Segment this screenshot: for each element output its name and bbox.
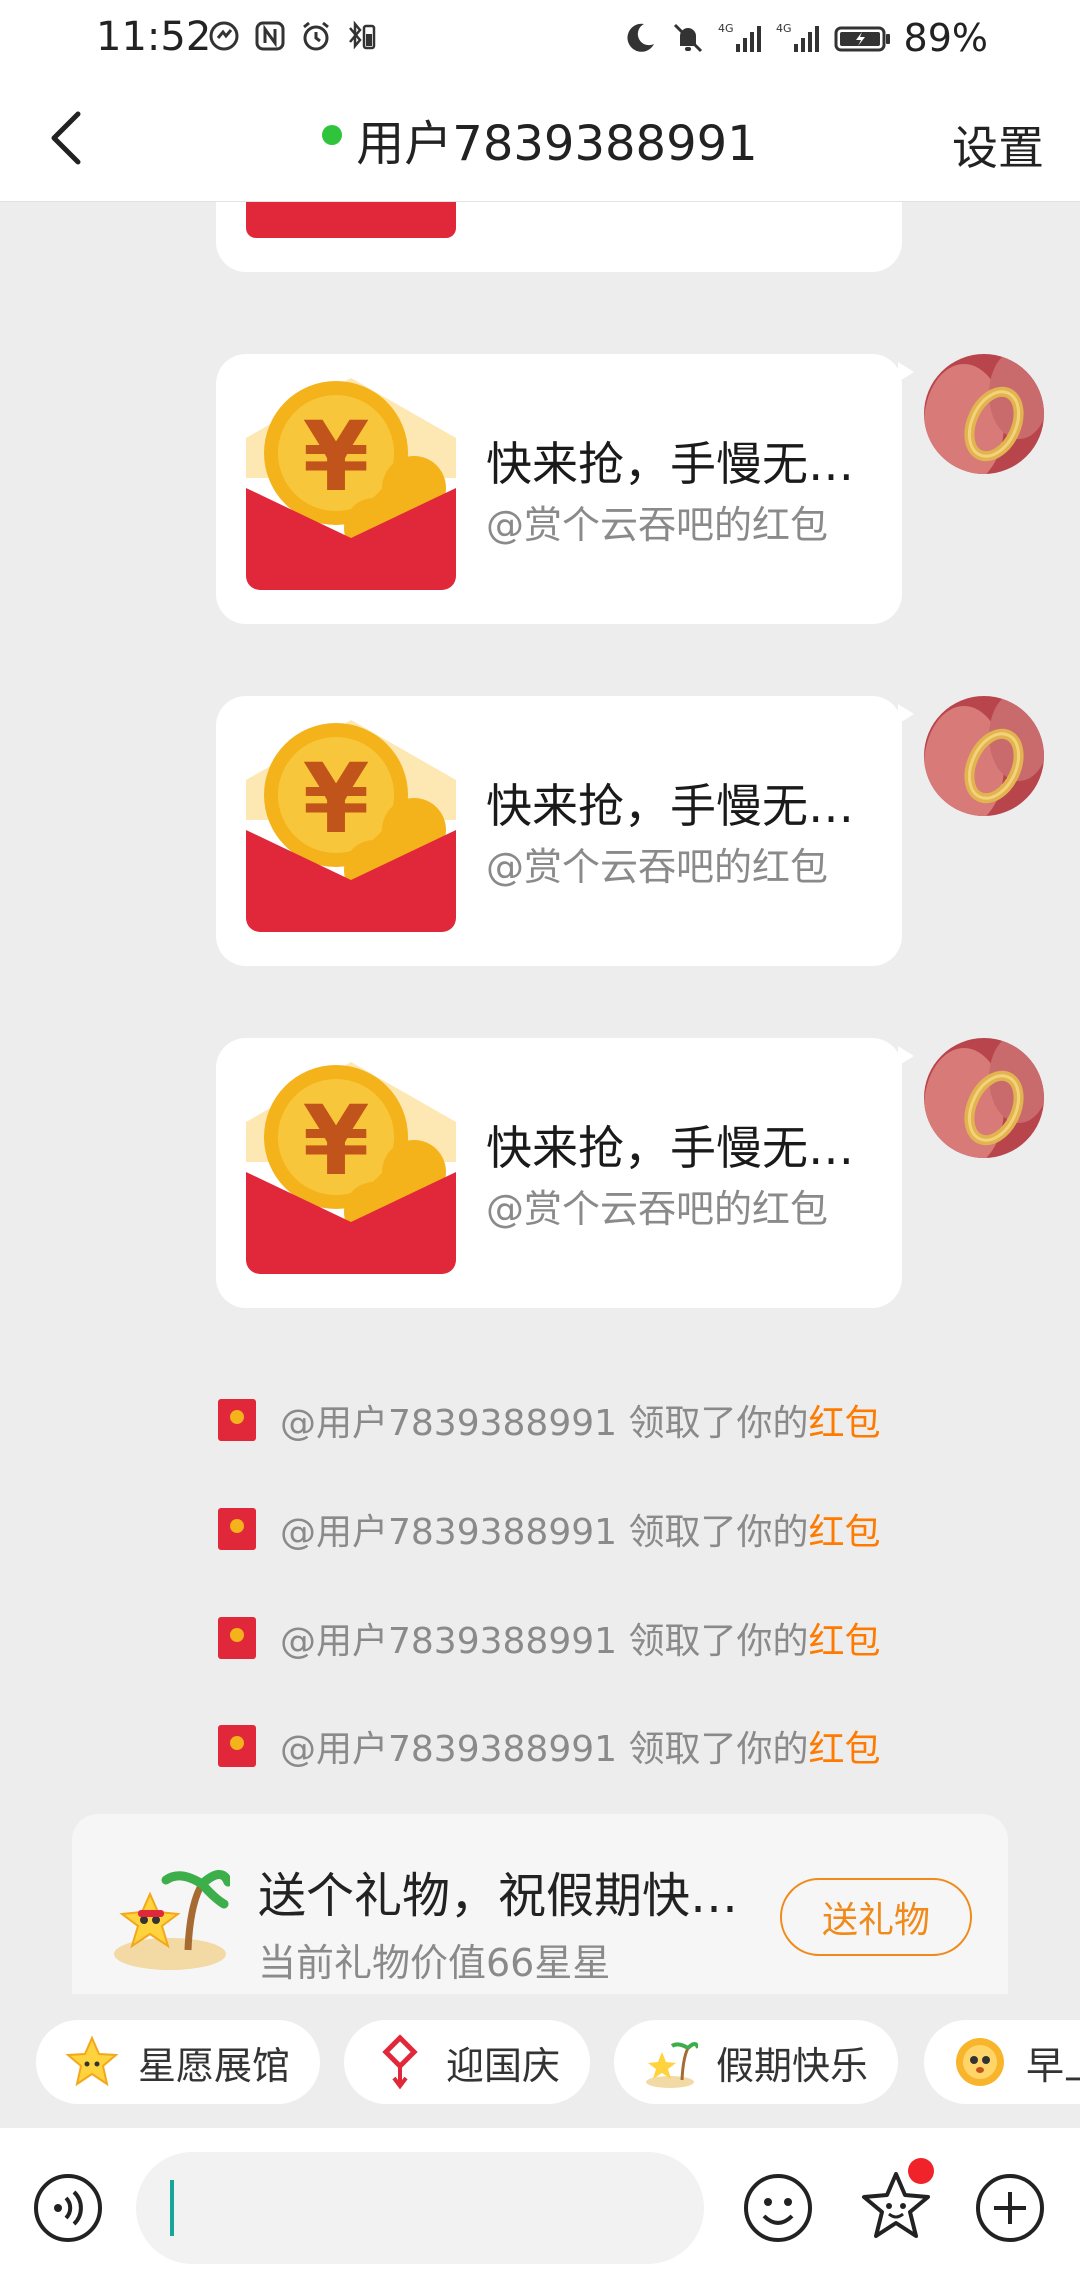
notification-dot	[908, 2158, 934, 2184]
chip-label: 假期快乐	[716, 2043, 869, 2088]
chip-label: 早上	[1026, 2043, 1080, 2088]
notice-text: @用户7839388991 领取了你的	[280, 1512, 809, 1553]
chat-title-wrap: 用户7839388991	[0, 104, 1080, 174]
bubble-tail	[898, 362, 914, 382]
message-input-bar	[0, 2128, 1080, 2280]
emoji-icon[interactable]	[742, 2172, 814, 2244]
svg-text:4G: 4G	[776, 22, 792, 35]
ring-photo-icon	[924, 354, 1044, 474]
svg-text:¥: ¥	[303, 1085, 370, 1197]
red-packet-claimed-notice: @用户7839388991 领取了你的 红包	[218, 1724, 881, 1770]
message-input[interactable]	[136, 2152, 704, 2264]
plus-icon[interactable]	[974, 2172, 1046, 2244]
battery-percent: 89%	[903, 16, 988, 60]
settings-button[interactable]: 设置	[952, 112, 1044, 178]
chat-title: 用户7839388991	[356, 116, 758, 172]
nfc-icon	[255, 21, 285, 51]
red-envelope-icon: ¥	[246, 720, 456, 932]
alarm-icon	[303, 21, 329, 51]
chinese-knot-icon	[382, 2034, 418, 2090]
red-packet-sender: @赏个云吞吧的红包	[486, 503, 829, 547]
svg-text:4G: 4G	[718, 22, 734, 35]
text-cursor	[170, 2180, 174, 2236]
red-packet-claimed-notice: @用户7839388991 领取了你的 红包	[218, 1507, 881, 1553]
gift-value: 当前礼物价值66星星	[258, 1941, 611, 1985]
svg-text:¥: ¥	[303, 743, 370, 855]
status-bar: 11:52 4G 4G 89%	[0, 0, 1080, 76]
red-envelope-icon: ¥	[246, 378, 456, 590]
notice-text: @用户7839388991 领取了你的	[280, 1403, 809, 1444]
status-time: 11:52	[96, 14, 212, 60]
red-envelope-icon: ¥	[246, 1062, 456, 1274]
red-packet-message[interactable]: ¥ 快来抢，手慢无… @赏个云吞吧的红包	[216, 1038, 914, 1308]
red-packet-message[interactable]: ¥ 快来抢，手慢无… @赏个云吞吧的红包	[216, 696, 914, 966]
chip-happy-holiday[interactable]: 假期快乐	[614, 2020, 899, 2104]
red-packet-title: 快来抢，手慢无…	[486, 1121, 854, 1175]
red-packet-link[interactable]: 红包	[809, 1612, 881, 1664]
signal-4g-icon: 4G	[718, 22, 761, 52]
gift-title: 送个礼物，祝假期快…	[258, 1868, 739, 1924]
chip-good-morning[interactable]: 早上	[924, 2020, 1080, 2104]
red-packet-sender: @赏个云吞吧的红包	[486, 1187, 829, 1231]
ring-photo-icon	[924, 696, 1044, 816]
beach-star-icon	[114, 1870, 230, 1970]
red-packet-link[interactable]: 红包	[809, 1394, 881, 1446]
battery-charging-icon	[834, 26, 890, 52]
send-gift-button[interactable]: 送礼物	[780, 1878, 972, 1956]
mini-red-envelope-icon	[218, 1508, 256, 1550]
moon-icon	[626, 23, 654, 52]
red-packet-claimed-notice: @用户7839388991 领取了你的 红包	[218, 1616, 881, 1662]
svg-text:¥: ¥	[303, 401, 370, 513]
ring-photo-icon	[924, 1038, 1044, 1158]
chat-area[interactable]: ¥ 快来抢，手慢无… @赏个云吞吧的红包 ¥ 快来抢，手慢无… @赏个云吞吧的红…	[0, 202, 1080, 2002]
bubble-tail	[898, 1046, 914, 1066]
user-avatar[interactable]	[924, 696, 1044, 816]
red-packet-link[interactable]: 红包	[809, 1720, 881, 1772]
bubble-tail	[898, 704, 914, 724]
chip-star-wish-hall[interactable]: 星愿展馆	[36, 2020, 321, 2104]
red-packet-message-partial[interactable]	[216, 202, 902, 272]
star-face-icon	[65, 2035, 119, 2087]
red-packet-claimed-notice: @用户7839388991 领取了你的 红包	[218, 1398, 881, 1444]
mini-red-envelope-icon	[218, 1617, 256, 1659]
chip-label: 迎国庆	[446, 2043, 561, 2088]
status-right-icons: 4G 4G 89%	[622, 16, 988, 60]
red-packet-title: 快来抢，手慢无…	[486, 437, 854, 491]
red-packet-title: 快来抢，手慢无…	[486, 779, 854, 833]
online-status-dot	[322, 125, 343, 145]
red-packet-link[interactable]: 红包	[809, 1503, 881, 1555]
holiday-star-icon	[646, 2042, 698, 2088]
user-avatar[interactable]	[924, 1038, 1044, 1158]
signal-4g-icon-2: 4G	[776, 22, 819, 52]
sun-face-icon	[956, 2038, 1004, 2086]
red-packet-sender: @赏个云吞吧的红包	[486, 845, 829, 889]
data-saver-icon	[209, 21, 239, 51]
quick-reply-chips[interactable]: 星愿展馆 迎国庆 假期快乐 早上	[0, 2000, 1080, 2120]
chip-national-day[interactable]: 迎国庆	[344, 2020, 591, 2104]
red-packet-message[interactable]: ¥ 快来抢，手慢无… @赏个云吞吧的红包	[216, 354, 914, 624]
notice-text: @用户7839388991 领取了你的	[280, 1729, 809, 1770]
gift-suggestion-card: 送个礼物，祝假期快… 当前礼物价值66星星 送礼物	[72, 1814, 1008, 1994]
voice-input-icon[interactable]	[32, 2172, 104, 2244]
notice-text: @用户7839388991 领取了你的	[280, 1621, 809, 1662]
chat-header: 用户7839388991 设置	[0, 76, 1080, 202]
mute-bell-icon	[673, 23, 702, 53]
status-left-icons	[206, 18, 380, 54]
bluetooth-battery-icon	[349, 20, 376, 50]
red-envelope-icon	[246, 202, 456, 238]
chip-label: 星愿展馆	[138, 2043, 291, 2088]
mini-red-envelope-icon	[218, 1399, 256, 1441]
user-avatar[interactable]	[924, 354, 1044, 474]
mini-red-envelope-icon	[218, 1725, 256, 1767]
